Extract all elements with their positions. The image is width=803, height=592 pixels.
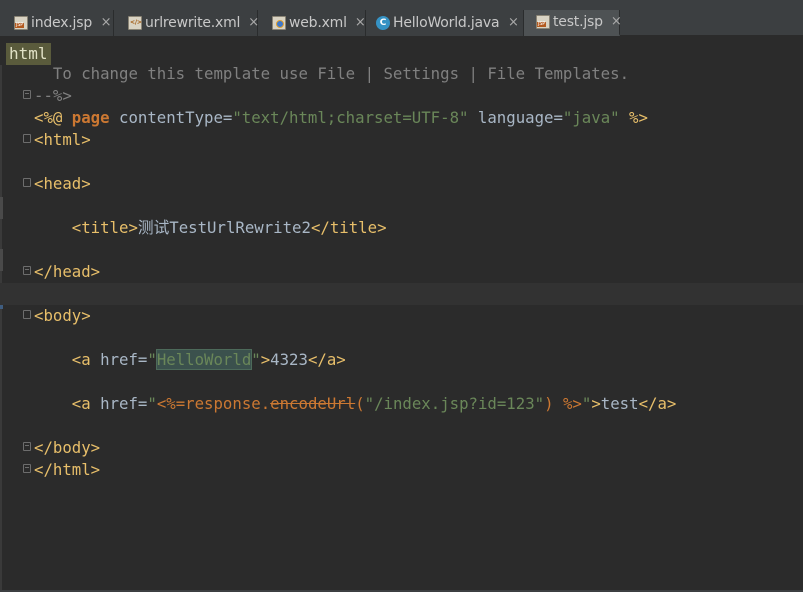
fold-marker[interactable] [23,442,31,451]
editor-tab-bar: index.jsp × urlrewrite.xml × web.xml × C… [0,0,803,36]
xml-file-icon [128,16,142,30]
code-token: " [147,394,157,413]
code-token: <a [34,350,101,369]
jsp-file-icon [536,15,550,29]
code-token: "java" [562,108,620,127]
web-xml-file-icon [272,16,286,30]
code-token: "/index.jsp?id=123" [364,394,545,413]
code-token: %> [619,108,648,127]
code-token: </body> [34,438,101,457]
code-token: > [260,350,271,369]
gutter-marker [0,249,3,271]
fold-marker[interactable] [23,134,31,143]
tab-label: test.jsp [553,14,603,30]
fold-marker[interactable] [23,464,31,473]
java-class-icon: C [376,16,390,30]
fold-marker[interactable] [23,266,31,275]
code-token-deprecated: encodeUrl [270,394,356,413]
code-token: "text/html;charset=UTF-8" [232,108,469,127]
code-line: <body> [34,305,803,327]
tab-index-jsp[interactable]: index.jsp × [0,10,114,36]
close-icon[interactable]: × [100,16,112,29]
fold-marker[interactable] [23,90,31,99]
code-token-highlighted: HelloWorld [155,349,253,370]
code-line: <a href="HelloWorld">4323</a> [34,349,803,371]
code-editor[interactable]: html To change this template use File | … [0,37,803,592]
code-line: <title>测试TestUrlRewrite2</title> [34,217,803,239]
close-icon[interactable]: × [611,15,622,28]
code-token: test [600,394,639,413]
code-token: response. [185,394,271,413]
close-icon[interactable]: × [507,16,519,29]
code-line: --%> [34,85,803,107]
code-token: <html> [34,130,91,149]
code-token: " [581,394,592,413]
code-line: </html> [34,459,803,481]
code-token: </a> [638,394,677,413]
code-line: <a href="<%=response.encodeUrl("/index.j… [34,393,803,415]
tab-web-xml[interactable]: web.xml × [258,10,366,36]
tab-label: HelloWorld.java [393,15,500,31]
code-token: contentType= [109,108,233,127]
jsp-file-icon [14,16,28,30]
code-comment: To change this template use File | Setti… [34,64,630,83]
code-token: href= [100,394,148,413]
tab-helloworld-java[interactable]: C HelloWorld.java × [366,10,524,36]
code-line: <head> [34,173,803,195]
code-token: ( [355,394,365,413]
code-token: ) [544,394,563,413]
code-token: <a [34,394,101,413]
code-token: 4323 [270,350,308,369]
code-token: 测试TestUrlRewrite2 [137,218,311,237]
code-token: href= [100,350,148,369]
gutter-marker [0,197,3,219]
tab-test-jsp[interactable]: test.jsp × [524,10,622,36]
code-token: page [71,108,110,127]
code-token: </html> [34,460,101,479]
code-token: </title> [310,218,387,237]
code-token: " [251,350,261,369]
fold-marker[interactable] [23,178,31,187]
code-token: %> [562,394,582,413]
code-token: <head> [34,174,91,193]
code-line: </head> [34,261,803,283]
tab-urlrewrite-xml[interactable]: urlrewrite.xml × [114,10,259,36]
close-icon[interactable]: × [355,16,366,29]
current-line [0,283,803,305]
fold-marker[interactable] [23,310,31,319]
code-token: > [591,394,601,413]
code-token: " [147,350,157,369]
code-comment: --%> [34,86,72,105]
code-line: </body> [34,437,803,459]
code-line: <%@ page contentType="text/html;charset=… [34,107,803,129]
tab-label: index.jsp [31,15,93,31]
code-line: <html> [34,129,803,151]
code-token: language= [468,108,563,127]
code-area[interactable]: To change this template use File | Setti… [0,63,803,479]
code-token: </a> [307,350,346,369]
gutter [0,65,2,592]
breadcrumb: html [0,41,803,65]
code-token: <%@ [34,108,72,127]
tab-label: web.xml [289,15,347,31]
code-token: </head> [34,262,101,281]
code-token: <title> [34,218,138,237]
code-line: To change this template use File | Setti… [34,63,803,85]
breadcrumb-item-html[interactable]: html [6,43,51,65]
code-token: <%= [156,394,186,413]
tab-label: urlrewrite.xml [145,15,241,31]
code-token: <body> [34,306,91,325]
